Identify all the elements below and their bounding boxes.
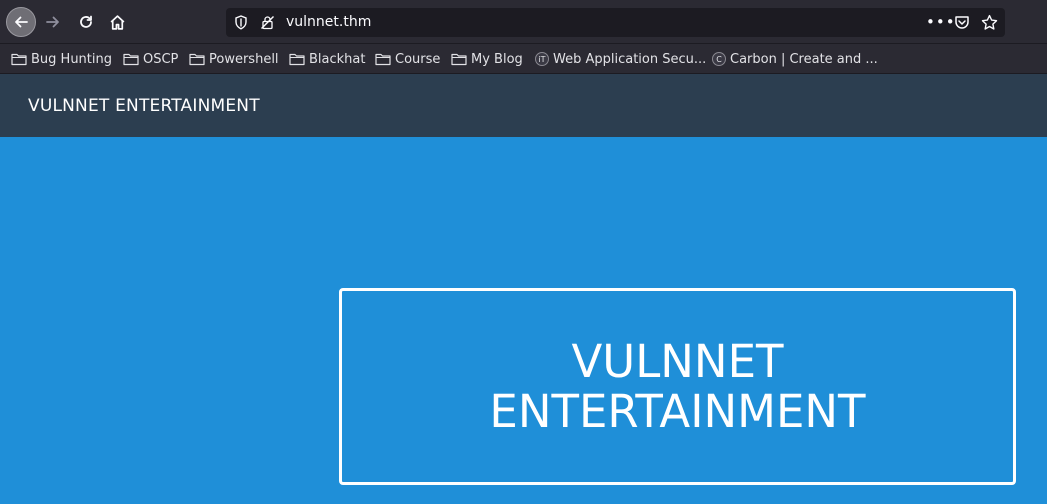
bookmark-folder-powershell[interactable]: Powershell xyxy=(189,50,279,68)
bookmark-label: Web Application Secu... xyxy=(553,51,707,67)
site-brand-link[interactable]: VULNNET ENTERTAINMENT xyxy=(28,96,260,116)
bookmark-label: Carbon | Create and ... xyxy=(730,51,878,67)
home-icon xyxy=(110,14,124,30)
folder-icon xyxy=(11,52,27,66)
browser-toolbar: vulnnet.thm ••• xyxy=(0,0,1047,44)
folder-icon xyxy=(123,52,139,66)
bookmark-web-application-security[interactable]: iT Web Application Secu... xyxy=(535,50,706,68)
bookmark-label: OSCP xyxy=(143,51,179,67)
hero-section: VULNNET ENTERTAINMENT xyxy=(0,137,1047,504)
bookmark-folder-oscp[interactable]: OSCP xyxy=(123,50,178,68)
tracking-shield-icon[interactable] xyxy=(234,15,248,34)
reload-icon xyxy=(80,15,92,28)
bookmark-folder-my-blog[interactable]: My Blog xyxy=(451,50,523,68)
folder-icon xyxy=(189,52,205,66)
folder-icon xyxy=(289,52,305,66)
forward-button[interactable] xyxy=(39,8,67,36)
bookmark-label: Bug Hunting xyxy=(31,51,112,67)
favicon-text: iT xyxy=(535,52,549,66)
back-button[interactable] xyxy=(6,7,36,37)
bookmark-label: My Blog xyxy=(471,51,523,67)
folder-icon xyxy=(451,52,467,66)
site-navbar: VULNNET ENTERTAINMENT xyxy=(0,74,1047,137)
bookmark-label: Blackhat xyxy=(309,51,366,67)
bookmark-label: Powershell xyxy=(209,51,279,67)
bookmark-carbon[interactable]: C Carbon | Create and ... xyxy=(712,50,878,68)
home-button[interactable] xyxy=(103,8,131,36)
favicon-text: C xyxy=(712,52,726,66)
bookmark-label: Course xyxy=(395,51,441,67)
bookmark-star-icon[interactable] xyxy=(981,14,998,35)
insecure-lock-icon[interactable] xyxy=(260,15,275,34)
hero-title-box: VULNNET ENTERTAINMENT xyxy=(339,288,1016,485)
bookmark-folder-blackhat[interactable]: Blackhat xyxy=(289,50,365,68)
reload-button[interactable] xyxy=(72,8,100,36)
pocket-icon[interactable] xyxy=(954,15,970,34)
folder-icon xyxy=(375,52,391,66)
url-text[interactable]: vulnnet.thm xyxy=(286,14,371,30)
bookmarks-toolbar: Bug Hunting OSCP Powershell Blackhat Cou… xyxy=(0,44,1047,74)
arrow-left-icon xyxy=(15,16,28,28)
address-bar[interactable]: vulnnet.thm ••• xyxy=(226,8,1005,37)
hero-title: VULNNET ENTERTAINMENT xyxy=(489,334,866,438)
site-favicon-icon: iT xyxy=(535,52,549,66)
site-favicon-icon: C xyxy=(712,52,726,66)
bookmark-folder-bug-hunting[interactable]: Bug Hunting xyxy=(11,50,112,68)
page-actions-icon[interactable]: ••• xyxy=(926,13,956,31)
bookmark-folder-course[interactable]: Course xyxy=(375,50,440,68)
arrow-right-icon xyxy=(46,16,59,28)
